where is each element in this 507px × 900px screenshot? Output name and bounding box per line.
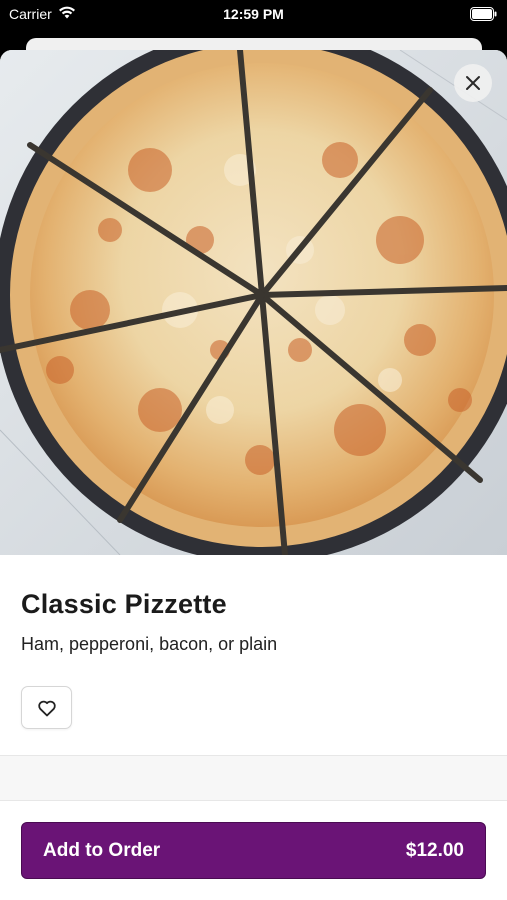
section-divider	[0, 800, 507, 801]
options-section	[0, 756, 507, 800]
favorite-button[interactable]	[21, 686, 72, 729]
heart-icon	[37, 700, 56, 716]
item-description: Ham, pepperoni, bacon, or plain	[21, 634, 278, 654]
battery-icon	[470, 7, 497, 24]
close-icon	[466, 76, 480, 90]
clock: 12:59 PM	[223, 6, 284, 22]
add-to-order-button[interactable]: Add to Order $12.00	[21, 822, 486, 879]
add-to-order-label: Add to Order	[43, 839, 161, 861]
order-price: $12.00	[405, 839, 464, 861]
status-bar: Carrier 12:59 PM	[0, 0, 507, 30]
item-title: Classic Pizzette	[21, 589, 227, 619]
close-button[interactable]	[454, 64, 492, 102]
item-image	[0, 50, 507, 555]
item-detail-sheet: Classic Pizzette Ham, pepperoni, bacon, …	[0, 50, 507, 900]
